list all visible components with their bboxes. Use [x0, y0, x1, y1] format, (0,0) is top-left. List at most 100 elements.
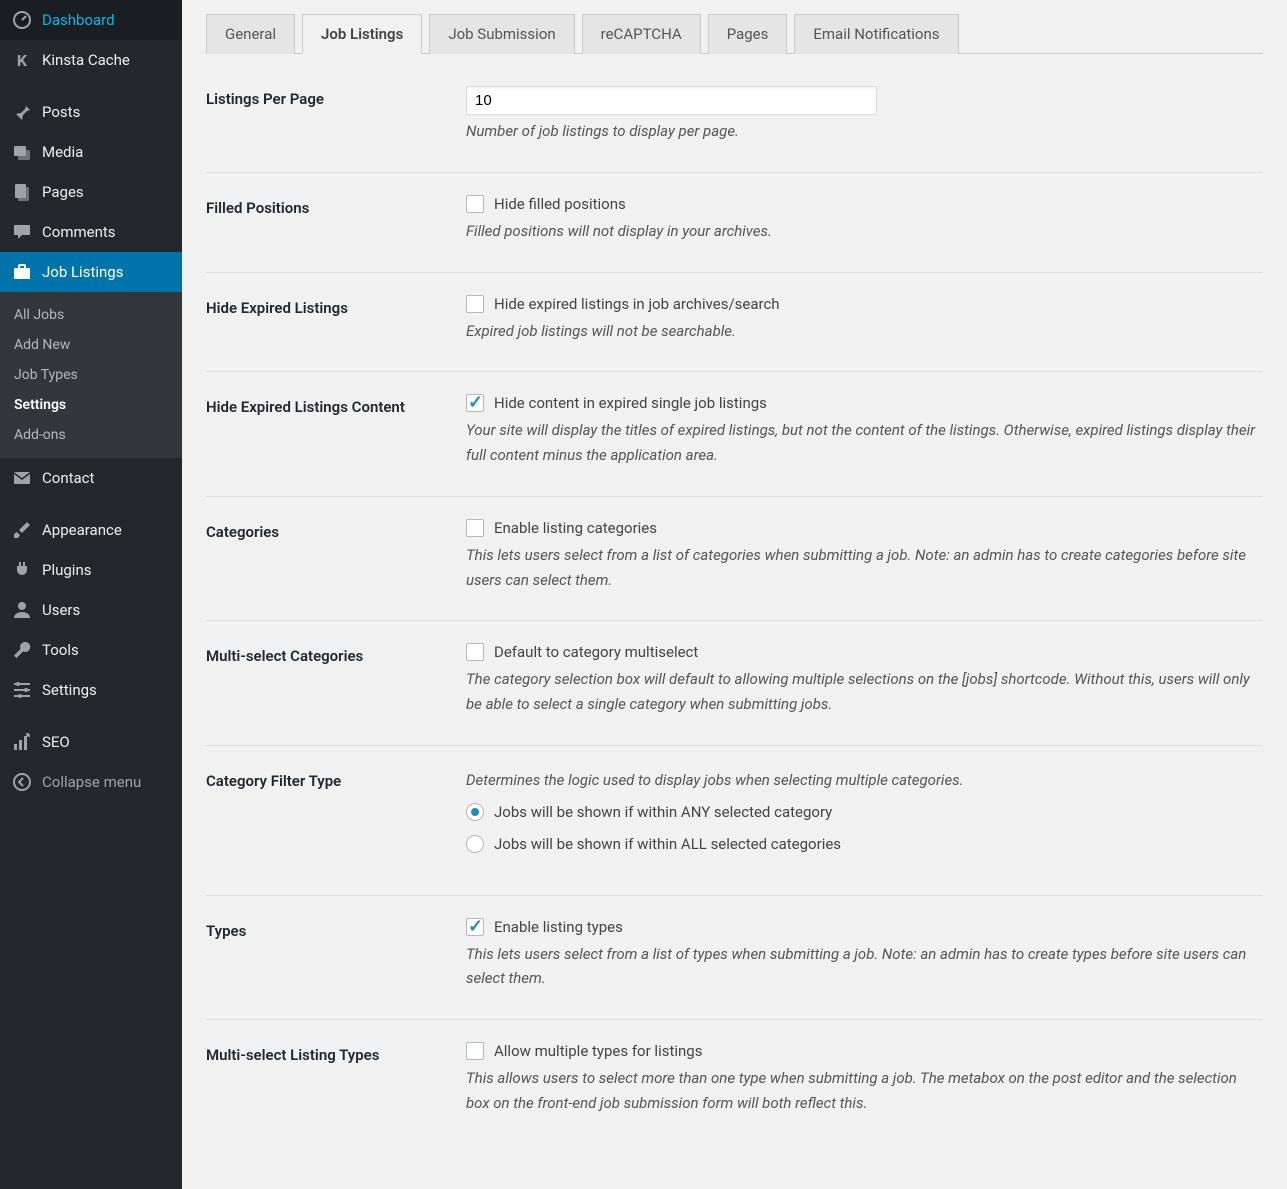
checkbox-label-multi-categories: Default to category multiselect: [494, 643, 698, 661]
sliders-icon: [12, 680, 32, 700]
sidebar-label: Media: [42, 143, 83, 161]
help-categories: This lets users select from a list of ca…: [466, 543, 1263, 593]
user-icon: [12, 600, 32, 620]
sidebar-item-media[interactable]: Media: [0, 132, 182, 172]
briefcase-icon: [12, 262, 32, 282]
comments-icon: [12, 222, 32, 242]
row-filled-positions: Filled Positions Hide filled positions F…: [206, 173, 1263, 273]
help-types: This lets users select from a list of ty…: [466, 942, 1263, 992]
settings-form: Listings Per Page Number of job listings…: [206, 64, 1263, 1144]
envelope-icon: [12, 468, 32, 488]
label-listings-per-page: Listings Per Page: [206, 86, 466, 144]
checkbox-hide-expired-content[interactable]: [466, 394, 484, 412]
checkbox-multi-categories[interactable]: [466, 643, 484, 661]
row-multi-categories: Multi-select Categories Default to categ…: [206, 621, 1263, 746]
brush-icon: [12, 520, 32, 540]
radio-category-any[interactable]: [466, 803, 484, 821]
sidebar-label: Pages: [42, 183, 84, 201]
help-multi-types: This allows users to select more than on…: [466, 1066, 1263, 1116]
tab-job-submission[interactable]: Job Submission: [429, 14, 574, 54]
sidebar-label: Collapse menu: [42, 773, 141, 791]
collapse-icon: [12, 772, 32, 792]
checkbox-types[interactable]: [466, 918, 484, 936]
row-types: Types Enable listing types This lets use…: [206, 896, 1263, 1021]
label-multi-types: Multi-select Listing Types: [206, 1042, 466, 1116]
sidebar-item-appearance[interactable]: Appearance: [0, 510, 182, 550]
pages-icon: [12, 182, 32, 202]
input-listings-per-page[interactable]: [466, 86, 877, 115]
help-category-filter: Determines the logic used to display job…: [466, 768, 1263, 793]
checkbox-label-multi-types: Allow multiple types for listings: [494, 1042, 702, 1060]
label-hide-expired: Hide Expired Listings: [206, 295, 466, 344]
submenu-addons[interactable]: Add-ons: [0, 420, 182, 450]
label-filled-positions: Filled Positions: [206, 195, 466, 244]
help-multi-categories: The category selection box will default …: [466, 667, 1263, 717]
checkbox-label-hide-expired: Hide expired listings in job archives/se…: [494, 295, 780, 313]
sidebar-label: Tools: [42, 641, 79, 659]
main-content: General Job Listings Job Submission reCA…: [182, 0, 1287, 1189]
sidebar-label: Dashboard: [42, 11, 115, 29]
wrench-icon: [12, 640, 32, 660]
settings-tabs: General Job Listings Job Submission reCA…: [206, 14, 1263, 54]
label-types: Types: [206, 918, 466, 992]
tab-email-notifications[interactable]: Email Notifications: [794, 14, 958, 54]
label-category-filter: Category Filter Type: [206, 768, 466, 867]
checkbox-multi-types[interactable]: [466, 1042, 484, 1060]
row-hide-expired: Hide Expired Listings Hide expired listi…: [206, 273, 1263, 373]
help-filled-positions: Filled positions will not display in you…: [466, 219, 1263, 244]
sidebar-label: Users: [42, 601, 80, 619]
sidebar-item-posts[interactable]: Posts: [0, 92, 182, 132]
media-icon: [12, 142, 32, 162]
tab-pages[interactable]: Pages: [708, 14, 788, 54]
sidebar-item-comments[interactable]: Comments: [0, 212, 182, 252]
help-hide-expired-content: Your site will display the titles of exp…: [466, 418, 1263, 468]
submenu-settings[interactable]: Settings: [0, 390, 182, 420]
label-multi-categories: Multi-select Categories: [206, 643, 466, 717]
sidebar-collapse[interactable]: Collapse menu: [0, 762, 182, 802]
sidebar-item-seo[interactable]: SEO: [0, 722, 182, 762]
sidebar-item-job-listings[interactable]: Job Listings: [0, 252, 182, 292]
help-listings-per-page: Number of job listings to display per pa…: [466, 119, 1263, 144]
plug-icon: [12, 560, 32, 580]
checkbox-hide-expired[interactable]: [466, 295, 484, 313]
tab-recaptcha[interactable]: reCAPTCHA: [582, 14, 701, 54]
dashboard-icon: [12, 10, 32, 30]
row-categories: Categories Enable listing categories Thi…: [206, 497, 1263, 622]
sidebar-label: Settings: [42, 681, 97, 699]
sidebar-item-pages[interactable]: Pages: [0, 172, 182, 212]
tab-general[interactable]: General: [206, 14, 295, 54]
sidebar-label: Contact: [42, 469, 94, 487]
radio-label-all: Jobs will be shown if within ALL selecte…: [494, 835, 841, 853]
sidebar-item-plugins[interactable]: Plugins: [0, 550, 182, 590]
row-category-filter: Category Filter Type Determines the logi…: [206, 746, 1263, 896]
label-categories: Categories: [206, 519, 466, 593]
sidebar-label: Appearance: [42, 521, 122, 539]
row-listings-per-page: Listings Per Page Number of job listings…: [206, 64, 1263, 173]
sidebar-label: Kinsta Cache: [42, 51, 130, 69]
radio-category-all[interactable]: [466, 835, 484, 853]
row-hide-expired-content: Hide Expired Listings Content Hide conte…: [206, 372, 1263, 497]
sidebar-item-users[interactable]: Users: [0, 590, 182, 630]
checkbox-categories[interactable]: [466, 519, 484, 537]
sidebar-item-tools[interactable]: Tools: [0, 630, 182, 670]
sidebar-item-kinsta[interactable]: K Kinsta Cache: [0, 40, 182, 80]
submenu-all-jobs[interactable]: All Jobs: [0, 300, 182, 330]
sidebar-item-dashboard[interactable]: Dashboard: [0, 0, 182, 40]
radio-label-any: Jobs will be shown if within ANY selecte…: [494, 803, 832, 821]
sidebar-label: SEO: [42, 733, 70, 751]
submenu-add-new[interactable]: Add New: [0, 330, 182, 360]
submenu-job-types[interactable]: Job Types: [0, 360, 182, 390]
sidebar-item-contact[interactable]: Contact: [0, 458, 182, 498]
tab-job-listings[interactable]: Job Listings: [302, 14, 422, 54]
row-multi-types: Multi-select Listing Types Allow multipl…: [206, 1020, 1263, 1144]
checkbox-label-filled: Hide filled positions: [494, 195, 626, 213]
checkbox-label-hide-expired-content: Hide content in expired single job listi…: [494, 394, 767, 412]
sidebar-item-settings[interactable]: Settings: [0, 670, 182, 710]
job-listings-submenu: All Jobs Add New Job Types Settings Add-…: [0, 292, 182, 458]
label-hide-expired-content: Hide Expired Listings Content: [206, 394, 466, 468]
sidebar-label: Job Listings: [42, 263, 123, 281]
seo-icon: [12, 732, 32, 752]
checkbox-filled-positions[interactable]: [466, 195, 484, 213]
pin-icon: [12, 102, 32, 122]
checkbox-label-types: Enable listing types: [494, 918, 623, 936]
